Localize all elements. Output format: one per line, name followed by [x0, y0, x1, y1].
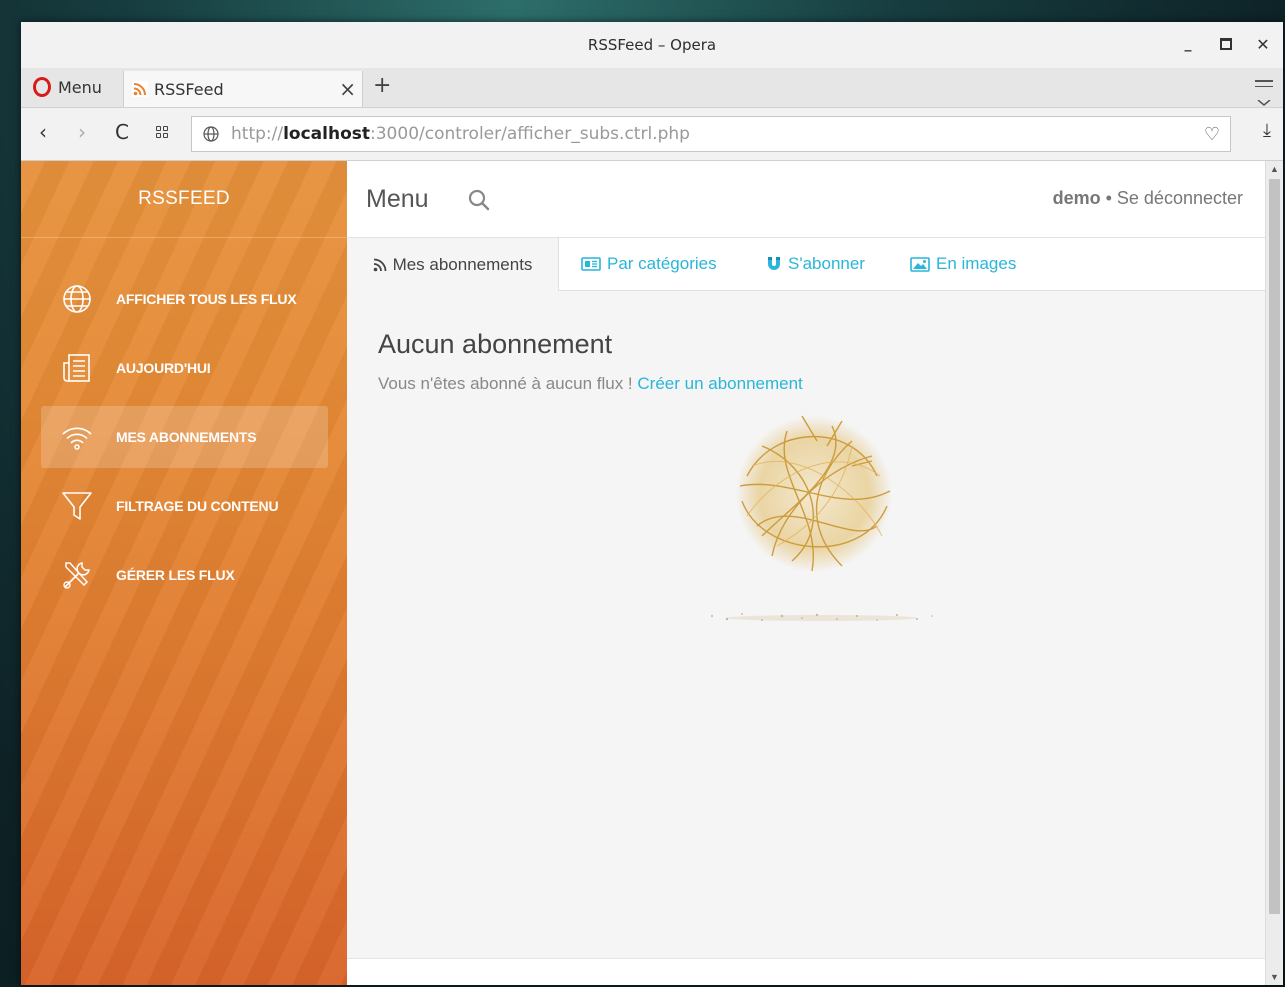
sidebar-item-filter[interactable]: FILTRAGE DU CONTENU	[41, 475, 328, 537]
menu-title[interactable]: Menu	[366, 185, 429, 214]
browser-window: RSSFeed – Opera _ ✕ Menu RSSFeed × + ‹ ›	[21, 22, 1283, 985]
sidebar-item-label: AFFICHER TOUS LES FLUX	[116, 291, 297, 307]
bookmark-heart-icon[interactable]: ♡	[1204, 124, 1220, 145]
tab-images[interactable]: En images	[910, 238, 1016, 290]
empty-message: Vous n'êtes abonné à aucun flux ! Créer …	[378, 374, 803, 393]
tools-icon	[63, 562, 90, 589]
scroll-up-icon[interactable]: ▲	[1270, 164, 1279, 174]
newspaper-icon	[63, 354, 90, 382]
sidebar-item-label: AUJOURD'HUI	[116, 360, 211, 376]
content-tabs: Mes abonnements Par catégories S'abonner…	[347, 238, 1265, 291]
minimize-button[interactable]: _	[1178, 34, 1198, 54]
globe-icon	[203, 126, 219, 142]
top-navbar: Menu demo • Se déconnecter	[347, 161, 1265, 238]
page-scrollbar[interactable]: ▲ ▼	[1265, 161, 1283, 985]
sidebar-item-manage-feeds[interactable]: GÉRER LES FLUX	[41, 544, 328, 606]
close-tab-icon[interactable]: ×	[339, 77, 356, 101]
page: RSSFEED AFFICHER TOUS LES FLUX AUJOURD'H…	[21, 161, 1283, 985]
magnet-icon	[768, 257, 780, 270]
main-content: Menu demo • Se déconnecter Mes abonnemen…	[347, 161, 1265, 985]
tab-bar: Menu RSSFeed × +	[21, 68, 1283, 108]
funnel-icon	[62, 492, 92, 520]
newspaper-icon	[581, 257, 601, 271]
wifi-icon	[62, 427, 92, 450]
opera-menu-label: Menu	[58, 77, 102, 97]
address-bar: ‹ › C http://localhost:3000/controler/af…	[21, 108, 1283, 161]
back-button[interactable]: ‹	[39, 120, 47, 144]
new-tab-button[interactable]: +	[373, 73, 391, 98]
username: demo	[1052, 188, 1101, 208]
scroll-down-icon[interactable]: ▼	[1270, 972, 1279, 982]
logout-link[interactable]: Se déconnecter	[1117, 188, 1243, 208]
sidebar-item-label: GÉRER LES FLUX	[116, 567, 235, 583]
globe-icon	[63, 285, 91, 313]
sidebar-item-all-feeds[interactable]: AFFICHER TOUS LES FLUX	[41, 268, 328, 330]
user-links: demo • Se déconnecter	[1052, 188, 1243, 208]
sidebar: RSSFEED AFFICHER TOUS LES FLUX AUJOURD'H…	[21, 161, 347, 985]
maximize-icon	[1220, 38, 1232, 50]
footer-bar	[347, 958, 1265, 985]
rss-icon	[373, 258, 386, 271]
close-window-button[interactable]: ✕	[1253, 34, 1273, 54]
tab-my-subscriptions[interactable]: Mes abonnements	[347, 238, 559, 291]
sidebar-item-label: MES ABONNEMENTS	[116, 429, 257, 445]
tumbleweed-illustration	[711, 415, 933, 621]
tab-by-category[interactable]: Par catégories	[581, 238, 717, 290]
create-subscription-link[interactable]: Créer un abonnement	[637, 374, 802, 393]
empty-state: Aucun abonnement Vous n'êtes abonné à au…	[378, 329, 803, 394]
opera-menu-button[interactable]: Menu	[33, 77, 102, 97]
scrollbar-thumb[interactable]	[1269, 179, 1280, 914]
image-icon	[910, 256, 930, 272]
url-field[interactable]: http://localhost:3000/controler/afficher…	[191, 116, 1231, 152]
opera-logo-icon	[33, 77, 51, 97]
page-title: Aucun abonnement	[378, 329, 613, 359]
tab-menu-icon[interactable]	[1255, 76, 1273, 110]
forward-button[interactable]: ›	[78, 120, 86, 144]
maximize-button[interactable]	[1216, 34, 1236, 54]
search-icon[interactable]	[468, 189, 490, 211]
download-icon[interactable]: ⤓	[1263, 120, 1271, 141]
rss-favicon-icon	[132, 81, 148, 97]
title-bar: RSSFeed – Opera _ ✕	[21, 22, 1283, 68]
sidebar-item-subscriptions[interactable]: MES ABONNEMENTS	[41, 406, 328, 468]
sidebar-brand[interactable]: RSSFEED	[21, 161, 347, 238]
window-title: RSSFeed – Opera	[587, 36, 717, 54]
reload-button[interactable]: C	[115, 120, 129, 144]
url-text: http://localhost:3000/controler/afficher…	[231, 124, 690, 144]
browser-tab-rssfeed[interactable]: RSSFeed ×	[123, 71, 363, 107]
browser-tab-title: RSSFeed	[154, 79, 224, 99]
sidebar-item-today[interactable]: AUJOURD'HUI	[41, 337, 328, 399]
sidebar-item-label: FILTRAGE DU CONTENU	[116, 498, 279, 514]
tab-subscribe[interactable]: S'abonner	[766, 238, 865, 290]
speed-dial-icon[interactable]	[156, 126, 168, 138]
